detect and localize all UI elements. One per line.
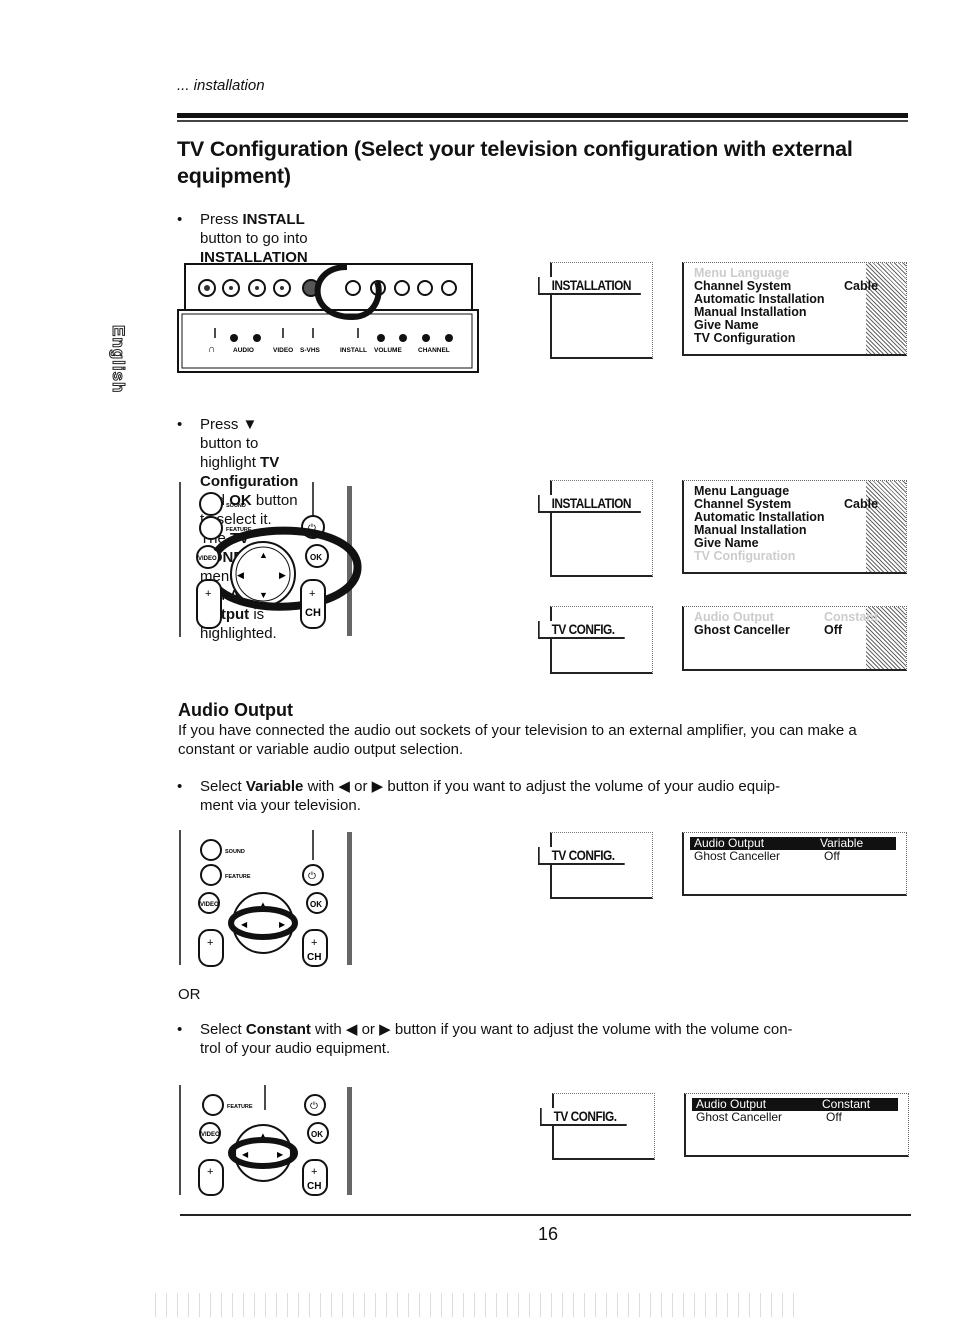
svg-text:FEATURE: FEATURE	[225, 874, 251, 880]
tvconfig-menu-tab-1: TV CONFIG.	[538, 606, 653, 674]
svg-text:+: +	[311, 937, 317, 949]
scan-noise-strip	[150, 1293, 800, 1317]
remote-illustration-2: SOUND FEATURE ⏻ VIDEO OK ▲ ◀ ▶ + + CH	[179, 830, 352, 967]
svg-text:+: +	[311, 1166, 317, 1178]
svg-text:SOUND: SOUND	[225, 849, 245, 855]
svg-text:VIDEO: VIDEO	[200, 902, 219, 908]
menu-item-ghost-canceller[interactable]: Ghost Canceller Off	[696, 1111, 908, 1124]
nav-left-icon: ◀	[241, 920, 248, 929]
audio-output-intro: If you have connected the audio out sock…	[178, 722, 857, 758]
panel-label-channel: CHANNEL	[418, 347, 450, 354]
panel-label-install: INSTALL	[340, 347, 367, 354]
nav-right-icon: ▶	[279, 920, 286, 929]
panel-label-video: VIDEO	[273, 347, 293, 354]
tvconfig-osd-variable: Audio Output Variable Ghost Canceller Off	[682, 832, 907, 896]
panel-label-svhs: S-VHS	[300, 347, 321, 354]
panel-label-audio: AUDIO	[233, 347, 254, 354]
header-rule	[177, 113, 908, 118]
nav-up-icon: ▲	[259, 550, 268, 560]
tvconfig-osd-constant: Audio Output Constant Ghost Canceller Off	[684, 1093, 909, 1157]
right-arrow-icon: ▶	[379, 1021, 391, 1038]
left-arrow-icon: ◀	[338, 778, 350, 795]
remote-illustration-3: FEATURE ⏻ VIDEO OK ▲ ◀ ▶ + + CH	[179, 1085, 352, 1196]
install-button	[345, 280, 361, 296]
right-arrow-icon: ▶	[371, 778, 384, 795]
installation-osd-1: Menu Language Channel System Cable Automa…	[682, 262, 907, 356]
or-label: OR	[178, 986, 201, 1003]
footer-rule	[180, 1214, 911, 1216]
installation-osd-2: Menu Language Channel System Cable Automa…	[682, 480, 907, 574]
svg-text:SOUND: SOUND	[226, 503, 246, 509]
channel-plus-button	[441, 280, 457, 296]
tvconfig-menu-tab-variable: TV CONFIG.	[538, 832, 653, 899]
tv-front-panel-illustration: ∩ AUDIO VIDEO S-VHS INSTALL VOLUME CHANN…	[177, 263, 479, 373]
svg-text:+: +	[207, 937, 213, 949]
page-title: TV Configuration (Select your television…	[177, 137, 853, 188]
svg-text:OK: OK	[310, 900, 322, 909]
section-heading-audio-output: Audio Output	[178, 700, 293, 720]
nav-left-icon: ◀	[237, 570, 244, 580]
menu-tab-label: INSTALLATION	[538, 277, 642, 295]
svg-text:VIDEO: VIDEO	[198, 556, 217, 562]
svg-text:+: +	[205, 588, 211, 600]
svg-text:CH: CH	[305, 607, 321, 619]
menu-item-tv-configuration[interactable]: TV Configuration	[694, 332, 906, 345]
svg-text:⏻: ⏻	[310, 1101, 318, 1112]
tvconfig-menu-tab-constant: TV CONFIG.	[540, 1093, 655, 1160]
menu-item-ghost-canceller[interactable]: Ghost Canceller Off	[694, 624, 906, 637]
svg-text:+: +	[309, 588, 315, 600]
remote-illustration-1: SOUND FEATURE ⏻ VIDEO OK ▲ ▼ ◀ ▶ + + CH	[179, 482, 362, 637]
volume-plus-button	[394, 280, 410, 296]
channel-minus-button	[417, 280, 433, 296]
nav-right-icon: ▶	[277, 1150, 284, 1159]
svg-text:VIDEO: VIDEO	[201, 1132, 220, 1138]
svg-text:OK: OK	[311, 1130, 323, 1139]
svg-text:CH: CH	[307, 1181, 321, 1192]
svg-text:⏻: ⏻	[308, 871, 316, 882]
language-side-tab: English	[108, 324, 148, 415]
panel-label-volume: VOLUME	[374, 347, 402, 354]
bullet-dot: •	[177, 211, 183, 228]
svg-text:OK: OK	[310, 553, 322, 562]
svg-text:CH: CH	[307, 952, 321, 963]
menu-item-tv-configuration[interactable]: TV Configuration	[694, 550, 906, 563]
tvconfig-osd-1: Audio Output Constant Ghost Canceller Off	[682, 606, 907, 671]
language-label: English	[109, 324, 129, 394]
installation-menu-tab-2: INSTALLATION	[538, 480, 653, 577]
nav-down-icon: ▼	[259, 590, 268, 600]
header-rule-thin	[177, 120, 908, 122]
left-arrow-icon: ◀	[345, 1021, 358, 1038]
menu-item-ghost-canceller[interactable]: Ghost Canceller Off	[694, 850, 906, 863]
nav-left-icon: ◀	[242, 1150, 249, 1159]
nav-right-icon: ▶	[279, 570, 286, 580]
page-number: 16	[538, 1224, 559, 1244]
running-head: ... installation	[177, 77, 265, 94]
headphone-icon: ∩	[208, 344, 215, 355]
svg-text:+: +	[207, 1166, 213, 1178]
installation-menu-tab-1: INSTALLATION	[538, 262, 653, 359]
svg-text:FEATURE: FEATURE	[227, 1104, 253, 1110]
